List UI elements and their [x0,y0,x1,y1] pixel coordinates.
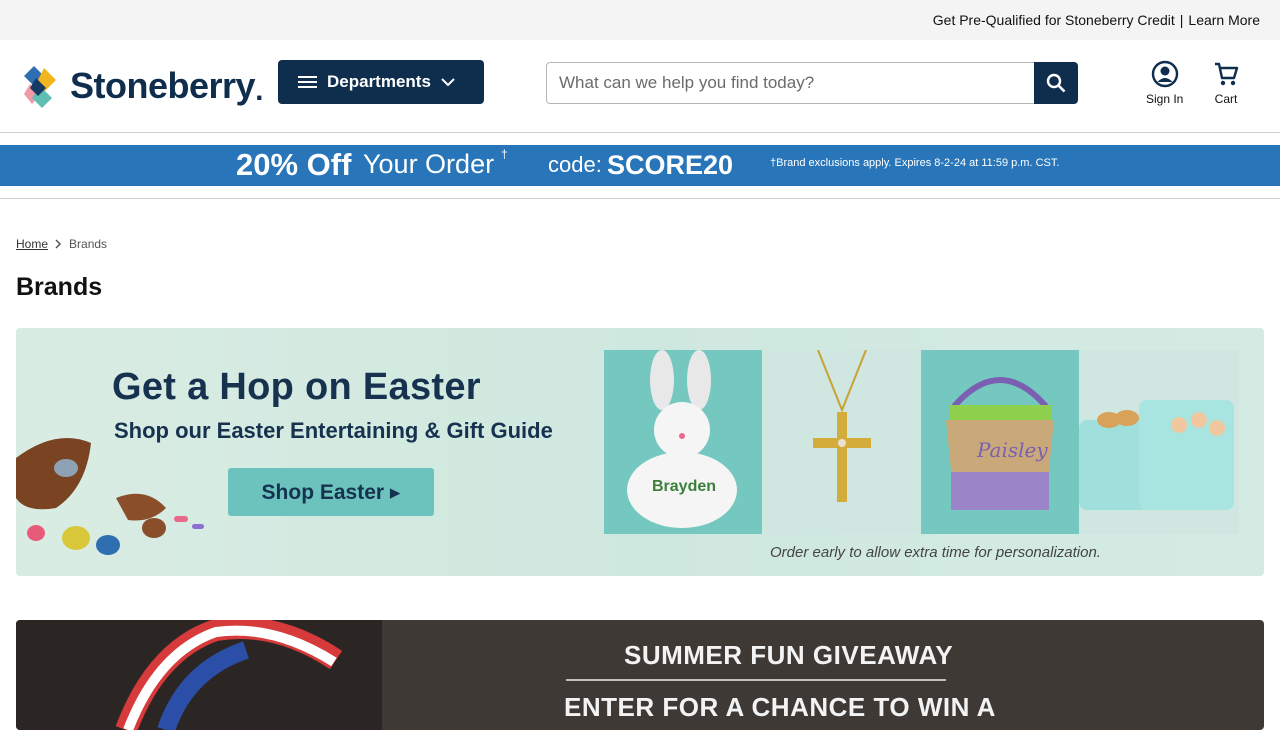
promo-discount: 20% Off [236,147,352,182]
cart-icon [1215,62,1239,86]
menu-icon [298,73,317,91]
cart-button[interactable]: Cart [1212,60,1240,106]
site-header: Stoneberry . Departments Sign In Cart [0,40,1280,133]
breadcrumb: Home Brands [16,237,107,251]
page-title: Brands [16,273,103,301]
departments-label: Departments [327,72,431,91]
search-bar [546,62,1078,104]
sign-in-label: Sign In [1146,92,1184,106]
bunny-name-text: Brayden [652,478,717,495]
cart-label: Cart [1214,92,1238,106]
plush-bunny-image [627,350,737,528]
stoneberry-logo[interactable]: Stoneberry . [24,64,263,108]
giveaway-subtitle: ENTER FOR A CHANCE TO WIN A [564,692,996,722]
shop-easter-button[interactable]: Shop Easter ▸ [228,468,434,516]
promo-dagger: † [501,147,508,161]
appliance-product-panel [1079,350,1239,534]
promo-banner[interactable]: 20% Off Your Order † code: SCORE20 †Bran… [0,145,1280,186]
personalization-note: Order early to allow extra time for pers… [770,544,1101,561]
ribbon-image-area [16,620,382,730]
promo-code-value: SCORE20 [607,150,734,180]
search-icon [1046,73,1066,93]
logo-wordmark: Stoneberry [70,65,256,106]
basket-product-panel: Paisley [921,350,1079,534]
chevron-right-icon [55,239,62,249]
breakfast-station-image [1079,400,1234,510]
breadcrumb-current: Brands [69,237,108,251]
ribbon-image [115,620,343,730]
departments-button[interactable]: Departments [278,60,484,104]
search-input[interactable] [546,62,1034,104]
credit-separator: | [1179,12,1184,28]
basket-name-text: Paisley [977,438,1048,462]
promo-section: 20% Off Your Order † code: SCORE20 †Bran… [0,133,1280,199]
crucifix-necklace-image [813,349,871,502]
account-icon [1151,60,1178,88]
breadcrumb-home-link[interactable]: Home [16,237,48,251]
credit-bar: Get Pre-Qualified for Stoneberry Credit … [0,0,1280,40]
bunny-product-panel: Brayden [604,350,762,534]
giveaway-title: SUMMER FUN GIVEAWAY [624,640,954,670]
crucifix-product-panel [763,349,921,534]
giveaway-divider [566,679,946,681]
easter-banner[interactable]: Get a Hop on Easter Shop our Easter Ente… [16,328,1264,576]
promo-code-label: code: [548,152,602,177]
promo-disclaimer: †Brand exclusions apply. Expires 8-2-24 … [770,157,1060,169]
summer-giveaway-banner[interactable]: SUMMER FUN GIVEAWAY ENTER FOR A CHANCE T… [16,620,1264,730]
easter-subheadline: Shop our Easter Entertaining & Gift Guid… [114,418,553,443]
chocolate-eggs-image [16,438,204,555]
promo-your-order: Your Order [363,149,495,179]
learn-more-link[interactable]: Learn More [1188,12,1260,28]
logo-dot-icon: . [255,74,264,107]
prequalify-link[interactable]: Get Pre-Qualified for Stoneberry Credit [933,12,1175,28]
chevron-down-icon [441,77,455,86]
logo-mark-icon [24,66,56,108]
easter-headline: Get a Hop on Easter [112,366,481,408]
sign-in-button[interactable]: Sign In [1146,60,1183,106]
search-button[interactable] [1034,62,1078,104]
